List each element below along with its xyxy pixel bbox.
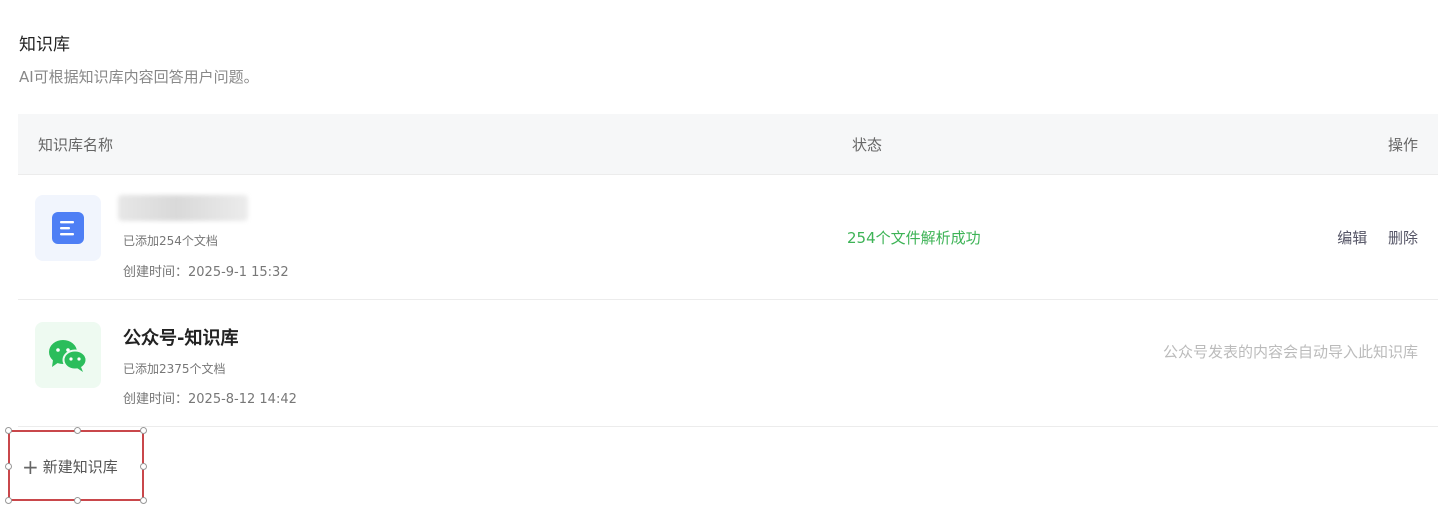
kb-document-count: 已添加254个文档 [123, 234, 218, 248]
table-header: 知识库名称 状态 操作 [18, 114, 1438, 175]
new-kb-label: 新建知识库 [42, 458, 118, 476]
kb-name: 公众号-知识库 [123, 328, 239, 349]
kb-created-time: 创建时间：2025-8-12 14:42 [123, 392, 297, 407]
plus-icon: + [22, 455, 39, 479]
knowledge-base-page: 知识库 AI可根据知识库内容回答用户问题。 知识库名称 状态 操作 已添加254… [0, 0, 1440, 511]
resize-handle[interactable] [5, 463, 12, 470]
new-knowledge-base-button[interactable]: + 新建知识库 [5, 427, 147, 504]
resize-handle[interactable] [5, 497, 12, 504]
resize-handle[interactable] [5, 427, 12, 434]
resize-handle[interactable] [74, 497, 81, 504]
resize-handle[interactable] [74, 427, 81, 434]
section-title: 知识库 [19, 35, 70, 55]
edit-button[interactable]: 编辑 [1337, 229, 1367, 247]
table-row: 已添加254个文档 创建时间：2025-9-1 15:32 254个文件解析成功… [18, 175, 1438, 300]
row-actions: 编辑 删除 [1321, 227, 1418, 248]
resize-handle[interactable] [140, 427, 147, 434]
new-kb-content: + 新建知识库 [22, 455, 118, 479]
kb-document-count: 已添加2375个文档 [123, 362, 226, 376]
resize-handle[interactable] [140, 463, 147, 470]
wechat-icon [35, 322, 101, 388]
status-badge: 254个文件解析成功 [847, 229, 981, 247]
delete-button[interactable]: 删除 [1388, 229, 1418, 247]
auto-import-note: 公众号发表的内容会自动导入此知识库 [1162, 343, 1418, 361]
section-description: AI可根据知识库内容回答用户问题。 [19, 68, 259, 86]
table-row: 公众号-知识库 已添加2375个文档 创建时间：2025-8-12 14:42 … [18, 300, 1438, 427]
kb-created-time: 创建时间：2025-9-1 15:32 [123, 265, 289, 280]
header-status: 状态 [852, 136, 883, 154]
header-action: 操作 [1387, 136, 1418, 154]
header-name: 知识库名称 [38, 136, 114, 154]
kb-name-redacted [118, 195, 248, 221]
resize-handle[interactable] [140, 497, 147, 504]
document-icon [35, 195, 101, 261]
